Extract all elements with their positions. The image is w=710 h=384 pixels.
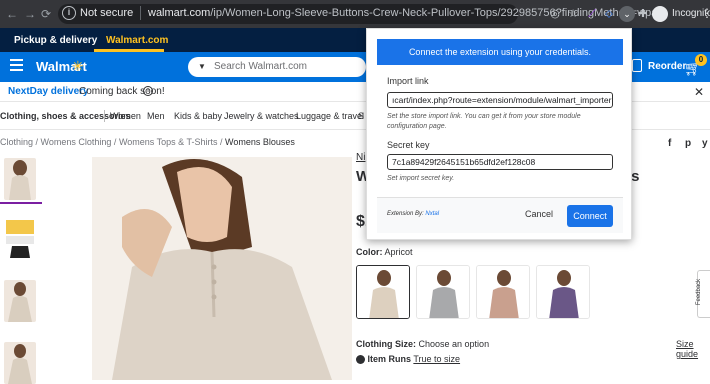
import-link-field[interactable]: ıcart/index.php?route=extension/module/w… — [387, 92, 613, 108]
size-selection-label: Clothing Size: Choose an option — [356, 339, 490, 349]
category-women[interactable]: Women — [110, 111, 141, 121]
reorder-link[interactable]: Reorder — [648, 61, 686, 72]
nextday-title: NextDay delivery — [8, 86, 89, 97]
breadcrumb-womens-blouses[interactable]: Womens Blouses — [225, 137, 295, 147]
color-swatch-apricot[interactable] — [356, 265, 410, 319]
menu-hamburger-icon[interactable] — [10, 59, 23, 71]
site-info-icon[interactable]: i — [62, 6, 76, 20]
product-thumbnail[interactable] — [4, 280, 36, 322]
true-to-size-link[interactable]: True to size — [413, 354, 460, 364]
author-link[interactable]: Nxtal — [425, 211, 439, 217]
cart-count-badge: 0 — [695, 54, 707, 66]
extension-byline: Extension By: Nxtal — [387, 211, 440, 217]
item-runs-row: Item Runs True to size — [356, 354, 460, 365]
cancel-button[interactable]: Cancel — [525, 209, 553, 219]
color-value: Apricot — [384, 247, 413, 257]
department-dropdown-icon[interactable]: ▼ — [198, 62, 206, 71]
category-jewelry-watches[interactable]: Jewelry & watches — [224, 111, 299, 121]
breadcrumb-clothing[interactable]: Clothing — [0, 137, 33, 147]
popup-header: Connect the extension using your credent… — [377, 39, 623, 65]
color-swatch-purple[interactable] — [536, 265, 590, 319]
thumbnail-selected-indicator — [0, 202, 42, 204]
close-icon[interactable]: ✕ — [694, 85, 704, 99]
breadcrumb-womens-clothing[interactable]: Womens Clothing — [41, 137, 112, 147]
walmart-importer-extension-icon[interactable]: ⌄ — [619, 6, 635, 22]
product-main-image[interactable] — [92, 157, 352, 380]
category-luggage-travel[interactable]: Luggage & travel — [296, 111, 364, 121]
secret-key-help: Set import secret key. — [387, 175, 455, 182]
secret-key-label: Secret key — [387, 140, 430, 150]
product-thumbnail[interactable] — [4, 342, 36, 384]
connect-button[interactable]: Connect — [567, 205, 613, 227]
breadcrumb-womens-tops[interactable]: Womens Tops & T-Shirts — [119, 137, 218, 147]
chrome-menu-icon[interactable]: ⋮ — [701, 6, 710, 20]
forward-arrow-icon[interactable]: → — [24, 7, 36, 21]
size-guide-link[interactable]: Size guide — [676, 339, 710, 359]
category-more[interactable]: S — [358, 111, 364, 121]
address-divider — [140, 6, 141, 20]
tab-pickup-delivery[interactable]: Pickup & delivery — [14, 35, 97, 46]
category-divider — [104, 110, 105, 122]
category-men[interactable]: Men — [147, 111, 165, 121]
extension-blue-icon[interactable]: ⬦ — [602, 7, 616, 21]
back-arrow-icon[interactable]: ← — [6, 7, 18, 21]
extension-feather-icon[interactable]: ⟋ — [585, 7, 599, 21]
product-thumbnail[interactable] — [4, 216, 36, 258]
reload-icon[interactable]: ⟳ — [41, 7, 51, 21]
facebook-icon[interactable]: f — [668, 138, 671, 149]
address-bar[interactable]: i Not secure walmart.com/ip/Women-Long-S… — [58, 4, 657, 24]
puzzle-icon[interactable]: ✚ — [636, 7, 650, 21]
info-icon[interactable]: i — [143, 86, 153, 96]
spark-icon: ✳ — [72, 58, 84, 74]
not-secure-label: Not secure — [80, 7, 134, 19]
browser-toolbar: ← → ⟳ i Not secure walmart.com/ip/Women-… — [0, 0, 710, 28]
pinterest-icon[interactable]: p — [685, 138, 691, 149]
eye-slash-icon[interactable]: ◎ — [548, 7, 562, 21]
feedback-tab[interactable]: Feedback — [696, 270, 710, 318]
import-link-help: Set the store import link. You can get i… — [387, 113, 581, 130]
search-input[interactable]: ▼ Search Walmart.com — [188, 57, 366, 77]
extension-popup: Connect the extension using your credent… — [366, 28, 632, 240]
secret-key-field[interactable]: 7c1a89429f2645151b65dfd2ef128c08 — [387, 154, 613, 170]
size-value: Choose an option — [418, 339, 490, 349]
incognito-icon[interactable] — [652, 6, 668, 22]
url-text[interactable]: walmart.com/ip/Women-Long-Sleeve-Buttons… — [148, 7, 657, 19]
color-swatch-gray[interactable] — [416, 265, 470, 319]
twitter-icon[interactable]: y — [702, 138, 708, 149]
breadcrumb: Clothing / Womens Clothing / Womens Tops… — [0, 137, 295, 147]
search-placeholder: Search Walmart.com — [214, 61, 307, 72]
color-selection-label: Color: Apricot — [356, 247, 413, 257]
color-swatch-pink[interactable] — [476, 265, 530, 319]
reorder-icon[interactable] — [632, 59, 642, 72]
fit-icon — [356, 355, 365, 365]
brand-link[interactable]: Ni — [356, 152, 365, 163]
tab-walmart-com[interactable]: Walmart.com — [106, 35, 168, 46]
import-link-label: Import link — [387, 76, 429, 86]
product-thumbnail[interactable] — [4, 158, 36, 200]
category-kids-baby[interactable]: Kids & baby — [174, 111, 222, 121]
star-icon[interactable]: ☆ — [566, 7, 580, 21]
